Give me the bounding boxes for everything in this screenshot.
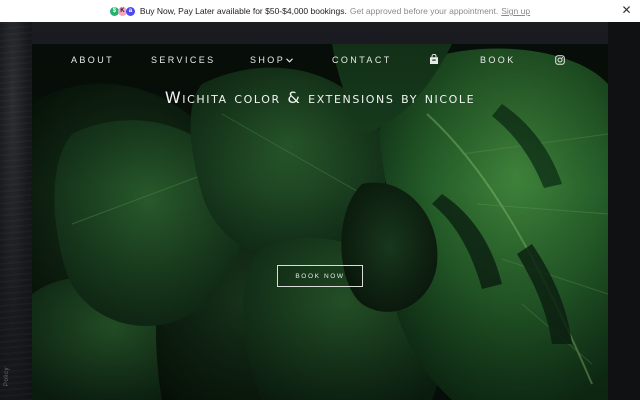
promo-signup-link[interactable]: Sign up <box>501 6 530 16</box>
nav-book[interactable]: BOOK <box>480 50 516 70</box>
hero-title: Wichita color & extensions by nicole <box>164 88 476 107</box>
nav-services[interactable]: SERVICES <box>151 50 216 70</box>
nav-shop[interactable]: SHOP <box>250 50 293 70</box>
payment-icons: $ K a <box>109 6 135 16</box>
instagram-icon[interactable] <box>555 50 567 70</box>
promo-banner: $ K a Buy Now, Pay Later available for $… <box>0 0 640 22</box>
main-nav: ABOUT SERVICES SHOP CONTACT BOOK <box>32 50 608 70</box>
nav-contact[interactable]: CONTACT <box>332 50 392 70</box>
affirm-icon: a <box>125 6 135 16</box>
right-background-strip <box>608 22 640 400</box>
promo-content: $ K a Buy Now, Pay Later available for $… <box>109 6 530 16</box>
chevron-down-icon <box>286 51 293 71</box>
book-now-button[interactable]: BOOK NOW <box>277 265 363 287</box>
left-background-strip <box>0 22 32 400</box>
promo-main-text: Buy Now, Pay Later available for $50-$4,… <box>139 6 347 16</box>
promo-sub-text: Get approved before your appointment. <box>349 6 499 16</box>
nav-about[interactable]: ABOUT <box>71 50 114 70</box>
nav-shop-label: SHOP <box>250 55 286 65</box>
shopping-bag-icon[interactable] <box>429 50 441 70</box>
page: $ K a Buy Now, Pay Later available for $… <box>0 0 640 400</box>
policy-side-text: Policy <box>4 366 10 386</box>
close-icon[interactable]: ✕ <box>621 4 632 16</box>
